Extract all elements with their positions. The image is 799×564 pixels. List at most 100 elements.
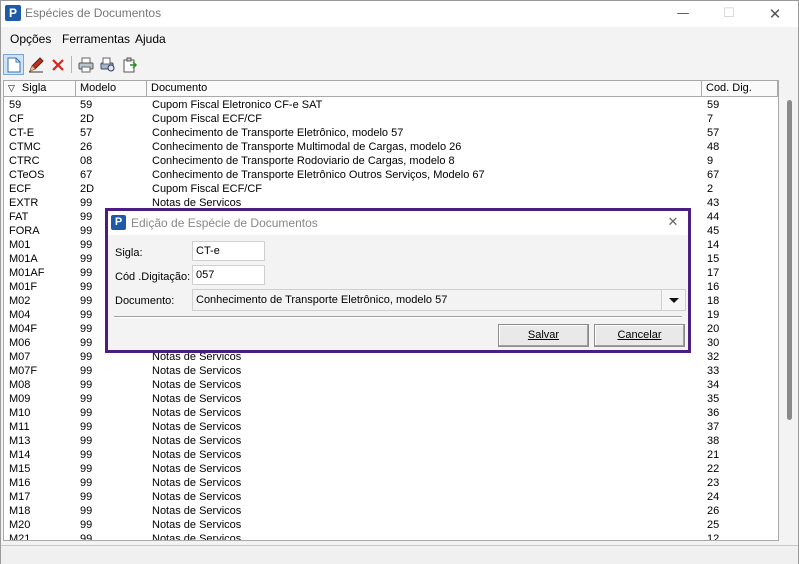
table-row[interactable]: M21 99 Notas de Servicos 12	[4, 532, 778, 541]
table-row[interactable]: CTeOS 67 Conhecimento de Transporte Eletrô…	[4, 168, 778, 182]
documento-select[interactable]: Conhecimento de Transporte Eletrônico, m…	[192, 289, 686, 311]
close-button[interactable]: ✕	[752, 1, 798, 27]
table-cell: 24	[707, 491, 720, 503]
menu-ajuda[interactable]: Ajuda	[135, 32, 166, 46]
table-cell: 2D	[80, 183, 95, 195]
column-header-sigla[interactable]: ▽ Sigla	[4, 81, 76, 97]
edit-species-dialog: P Edição de Espécie de Documentos ✕ Sigl…	[105, 208, 691, 353]
table-cell: Notas de Servicos	[152, 533, 242, 541]
table-row[interactable]: 59 59 Cupom Fiscal Eletronico CF-e SAT 59	[4, 98, 778, 112]
table-row[interactable]: CTMC 26 Conhecimento de Transporte Multimo…	[4, 140, 778, 154]
dialog-title-bar[interactable]: P Edição de Espécie de Documentos ✕	[108, 211, 688, 235]
cancel-button[interactable]: Cancelar	[594, 324, 685, 347]
table-cell: 59	[707, 99, 720, 111]
edit-icon[interactable]	[25, 54, 46, 75]
table-cell: FORA	[9, 225, 40, 237]
print-preview-icon[interactable]	[97, 54, 118, 75]
table-cell: 15	[707, 253, 720, 265]
table-row[interactable]: CTRC 08 Conhecimento de Transporte Rodovia…	[4, 154, 778, 168]
table-cell: 33	[707, 365, 720, 377]
table-cell: CF	[9, 113, 24, 125]
export-icon[interactable]	[119, 54, 140, 75]
table-cell: 30	[707, 337, 720, 349]
column-label: Sigla	[21, 82, 47, 94]
table-cell: 2	[707, 183, 714, 195]
table-cell: 7	[707, 113, 714, 125]
table-cell: 99	[80, 463, 93, 475]
table-cell: 32	[707, 351, 720, 363]
vertical-scrollbar[interactable]	[782, 80, 798, 541]
table-cell: M09	[9, 393, 31, 405]
scrollbar-thumb[interactable]	[787, 100, 792, 420]
table-cell: M16	[9, 477, 31, 489]
save-button[interactable]: Salvar	[498, 324, 589, 347]
delete-icon[interactable]	[47, 54, 68, 75]
table-cell: M01F	[9, 281, 38, 293]
table-row[interactable]: M13 99 Notas de Servicos 38	[4, 434, 778, 448]
table-cell: 17	[707, 267, 720, 279]
table-cell: 26	[707, 505, 720, 517]
table-cell: Notas de Servicos	[152, 407, 242, 419]
table-row[interactable]: M18 99 Notas de Servicos 26	[4, 504, 778, 518]
table-cell: 23	[707, 477, 720, 489]
table-row[interactable]: M17 99 Notas de Servicos 24	[4, 490, 778, 504]
table-cell: 99	[80, 477, 93, 489]
table-cell: 20	[707, 323, 720, 335]
table-cell: 38	[707, 435, 720, 447]
table-row[interactable]: M14 99 Notas de Servicos 21	[4, 448, 778, 462]
table-row[interactable]: M16 99 Notas de Servicos 23	[4, 476, 778, 490]
table-row[interactable]: M15 99 Notas de Servicos 22	[4, 462, 778, 476]
table-cell: 18	[707, 295, 720, 307]
table-cell: 16	[707, 281, 720, 293]
minimize-button[interactable]: —	[660, 1, 706, 27]
table-cell: Cupom Fiscal ECF/CF	[152, 113, 263, 125]
sigla-input[interactable]: CT-e	[192, 241, 265, 261]
table-cell: 19	[707, 309, 720, 321]
column-header-documento[interactable]: Documento	[147, 81, 702, 97]
table-row[interactable]: CT-E 57 Conhecimento de Transporte Eletrôn…	[4, 126, 778, 140]
table-cell: CTeOS	[9, 169, 45, 181]
table-cell: 99	[80, 533, 93, 541]
print-icon[interactable]	[75, 54, 96, 75]
menu-ferramentas[interactable]: Ferramentas	[62, 32, 130, 46]
table-cell: Conhecimento de Transporte Multimodal de…	[152, 141, 462, 153]
table-cell: 59	[80, 99, 93, 111]
cod-digitacao-label: Cód .Digitação:	[115, 271, 191, 283]
table-row[interactable]: M10 99 Notas de Servicos 36	[4, 406, 778, 420]
table-row[interactable]: M09 99 Notas de Servicos 35	[4, 392, 778, 406]
table-cell: M02	[9, 295, 31, 307]
menu-opcoes[interactable]: Opções	[10, 32, 51, 46]
table-cell: EXTR	[9, 197, 39, 209]
table-cell: 99	[80, 505, 93, 517]
table-cell: M07	[9, 351, 31, 363]
table-cell: Conhecimento de Transporte Rodoviario de…	[152, 155, 455, 167]
table-row[interactable]: CF 2D Cupom Fiscal ECF/CF 7	[4, 112, 778, 126]
table-cell: Notas de Servicos	[152, 519, 242, 531]
table-cell: 12	[707, 533, 720, 541]
table-cell: 99	[80, 519, 93, 531]
table-cell: 99	[80, 393, 93, 405]
table-cell: M20	[9, 519, 31, 531]
table-row[interactable]: M20 99 Notas de Servicos 25	[4, 518, 778, 532]
dialog-close-button[interactable]: ✕	[662, 213, 684, 233]
dropdown-button[interactable]	[661, 290, 685, 310]
title-bar[interactable]: P Espécies de Documentos — ☐ ✕	[1, 1, 798, 27]
column-header-cod-dig[interactable]: Cod. Dig.	[702, 81, 778, 97]
table-cell: M07F	[9, 365, 38, 377]
table-cell: 99	[80, 379, 93, 391]
cod-digitacao-input[interactable]: 057	[192, 265, 265, 285]
table-row[interactable]: M08 99 Notas de Servicos 34	[4, 378, 778, 392]
new-document-icon[interactable]	[3, 54, 24, 75]
table-row[interactable]: M07F 99 Notas de Servicos 33	[4, 364, 778, 378]
column-header-modelo[interactable]: Modelo	[76, 81, 147, 97]
maximize-button[interactable]: ☐	[706, 1, 752, 27]
table-cell: Notas de Servicos	[152, 365, 242, 377]
sort-indicator-icon: ▽	[8, 83, 15, 93]
table-cell: 59	[9, 99, 22, 111]
table-row[interactable]: ECF 2D Cupom Fiscal ECF/CF 2	[4, 182, 778, 196]
table-cell: ECF	[9, 183, 31, 195]
table-cell: 67	[80, 169, 93, 181]
table-cell: 99	[80, 449, 93, 461]
table-cell: 57	[80, 127, 93, 139]
table-row[interactable]: M11 99 Notas de Servicos 37	[4, 420, 778, 434]
